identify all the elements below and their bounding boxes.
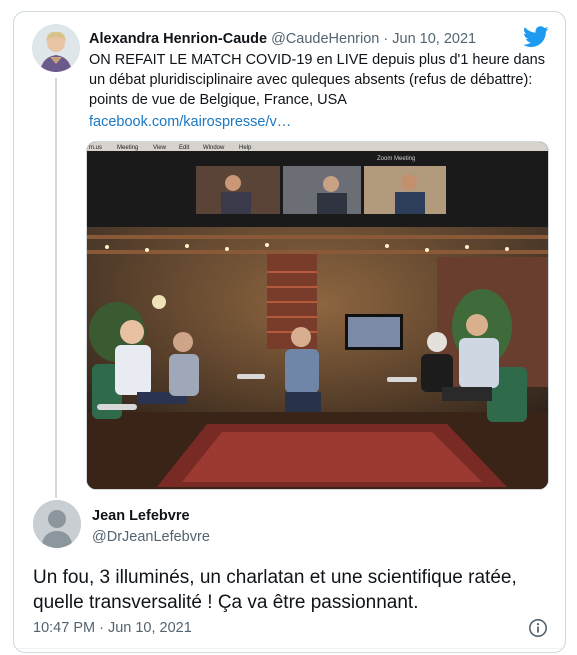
reply-tweet-text: Un fou, 3 illuminés, un charlatan et une… xyxy=(33,567,517,613)
menubar-item: Window xyxy=(203,145,225,151)
quoted-author-name[interactable]: Alexandra Henrion-Caude xyxy=(89,31,267,47)
zoom-participant-tiles xyxy=(196,166,446,214)
reply-author-name[interactable]: Jean Lefebvre xyxy=(92,506,190,526)
zoom-window-title: Zoom Meeting xyxy=(377,156,415,162)
quoted-tweet-text: ON REFAIT LE MATCH COVID-19 en LIVE depu… xyxy=(89,52,545,108)
menubar-item: m.us xyxy=(89,145,102,151)
menubar-item: Edit xyxy=(179,145,190,151)
reply-author-handle[interactable]: @DrJeanLefebvre xyxy=(92,527,210,547)
tweet-card[interactable]: Alexandra Henrion-Caude @CaudeHenrion · … xyxy=(13,11,566,653)
info-circle-icon[interactable] xyxy=(528,618,548,638)
twitter-bird-icon[interactable] xyxy=(523,26,549,48)
quoted-tweet-body: ON REFAIT LE MATCH COVID-19 en LIVE depu… xyxy=(89,50,549,132)
menubar-item: Help xyxy=(239,145,252,151)
default-avatar-icon[interactable] xyxy=(33,500,81,548)
menubar-item: Meeting xyxy=(117,145,138,151)
card-divider xyxy=(14,648,565,649)
quoted-tweet-link[interactable]: facebook.com/kairospresse/v… xyxy=(89,112,549,132)
tweet-media-image[interactable]: m.us Meeting View Edit Window Help Zoom … xyxy=(86,141,549,490)
quoted-author-handle[interactable]: @CaudeHenrion xyxy=(271,31,379,47)
header-separator: · xyxy=(383,31,389,47)
reply-timestamp[interactable]: 10:47 PM · Jun 10, 2021 xyxy=(33,618,192,638)
page: Alexandra Henrion-Caude @CaudeHenrion · … xyxy=(0,0,577,655)
quoted-tweet-header: Alexandra Henrion-Caude @CaudeHenrion · … xyxy=(89,29,539,49)
menubar-item: View xyxy=(153,145,167,151)
quoted-tweet-date[interactable]: Jun 10, 2021 xyxy=(392,31,476,47)
quoted-author-avatar[interactable] xyxy=(32,24,80,72)
thread-connector-line xyxy=(55,78,57,498)
